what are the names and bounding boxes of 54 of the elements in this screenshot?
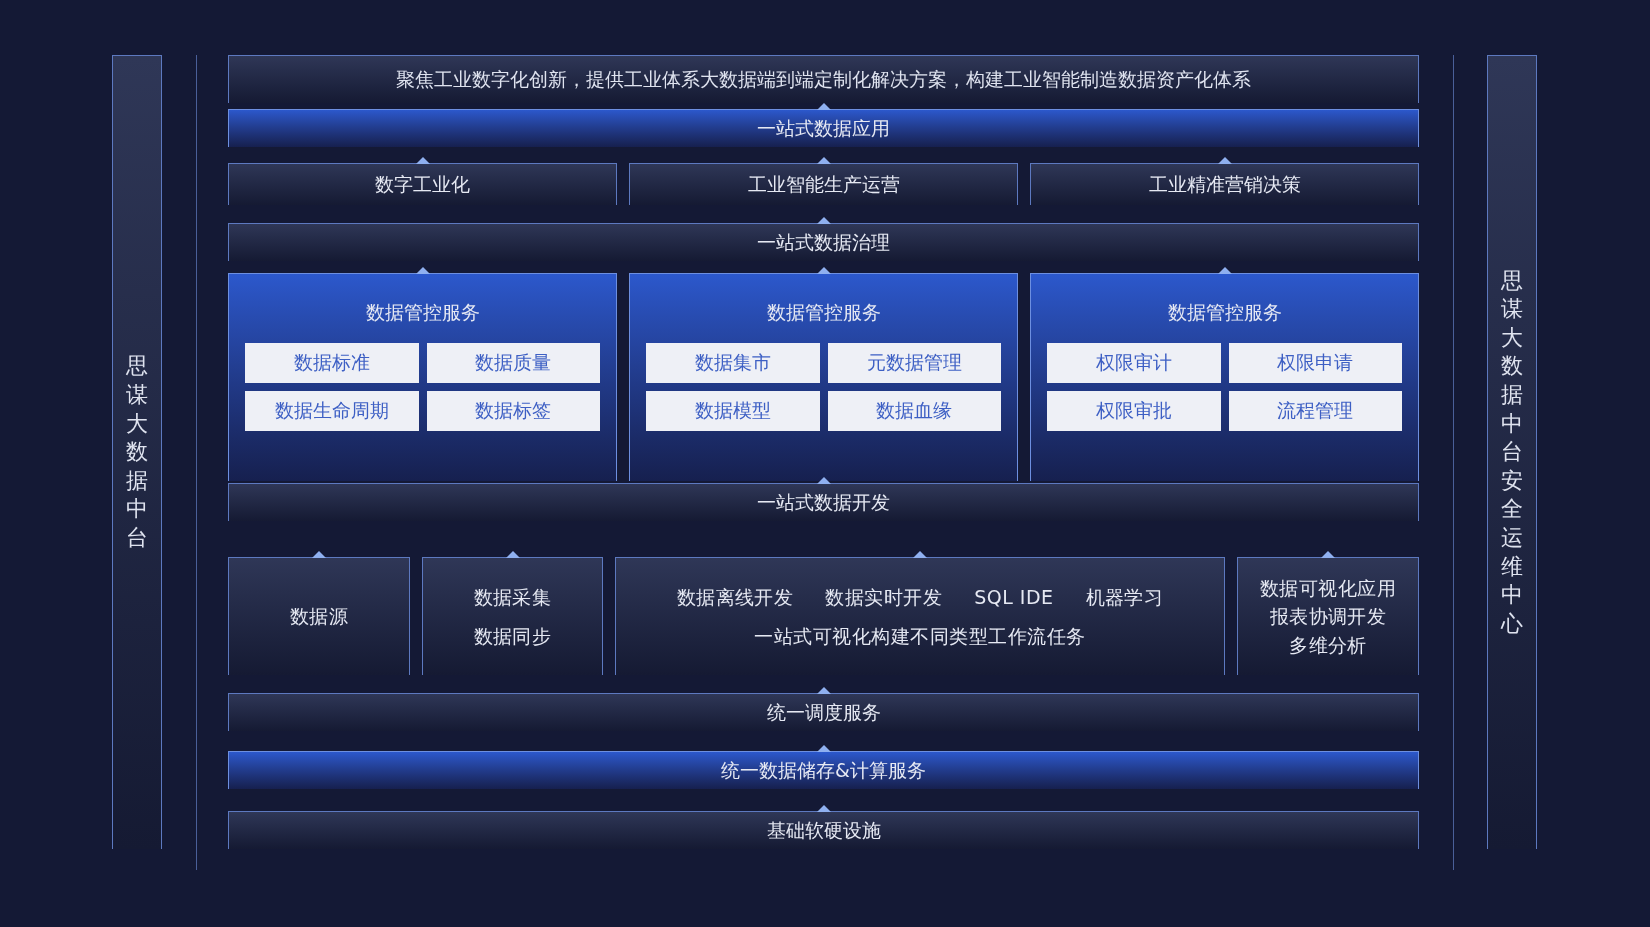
triangle-icon	[816, 267, 831, 274]
service-tag: 权限审计	[1047, 342, 1221, 383]
box-label: 工业精准营销决策	[1148, 172, 1301, 198]
module-label: 数据离线开发	[676, 585, 794, 610]
side-label: 思谋大数据中台安全运维中心	[1501, 266, 1523, 638]
module-label: 机器学习	[1085, 585, 1164, 610]
service-tag: 权限审批	[1047, 390, 1221, 431]
triangle-icon	[1321, 551, 1335, 558]
banner-text: 聚焦工业数字化创新，提供工业体系大数据端到端定制化解决方案，构建工业智能制造数据资产化体系	[396, 67, 1251, 93]
triangle-icon	[415, 267, 430, 274]
triangle-icon	[913, 551, 927, 558]
service-tag: 数据质量	[426, 342, 600, 383]
panel-title: 数据管控服务	[1167, 300, 1282, 325]
service-tag: 数据生命周期	[245, 390, 419, 431]
triangle-icon	[816, 745, 831, 752]
module-label: 多维分析	[1289, 632, 1367, 658]
bar-label: 基础软硬设施	[766, 818, 881, 844]
service-tag: 数据标准	[245, 342, 419, 383]
bar-label: 一站式数据治理	[757, 230, 890, 256]
bar-label: 一站式数据应用	[757, 116, 890, 142]
panel-title: 数据管控服务	[766, 300, 881, 325]
service-tag: 流程管理	[1228, 390, 1402, 431]
triangle-icon	[816, 687, 831, 694]
module-label: 数据实时开发	[825, 585, 943, 610]
service-tag: 数据模型	[646, 390, 820, 431]
module-label: 报表协调开发	[1269, 604, 1387, 630]
service-tag: 权限申请	[1228, 342, 1402, 383]
triangle-icon	[816, 805, 831, 812]
panel-title: 数据管控服务	[365, 300, 480, 325]
triangle-icon	[415, 157, 430, 164]
triangle-icon	[505, 551, 520, 558]
module-label: 数据可视化应用	[1259, 575, 1397, 601]
service-tag: 数据标签	[426, 390, 600, 431]
module-label: 数据同步	[473, 623, 552, 649]
module-label: 一站式可视化构建不同类型工作流任务	[754, 623, 1086, 649]
service-tag: 数据血缘	[827, 390, 1001, 431]
triangle-icon	[816, 217, 831, 224]
triangle-icon	[312, 551, 326, 558]
triangle-icon	[816, 477, 831, 484]
bar-label: 统一调度服务	[766, 700, 881, 726]
bar-label: 统一数据储存&计算服务	[721, 758, 926, 784]
triangle-icon	[816, 103, 831, 110]
module-label: SQL IDE	[974, 585, 1054, 610]
triangle-icon	[1217, 157, 1232, 164]
box-label: 数字工业化	[375, 172, 470, 198]
service-tag: 元数据管理	[827, 342, 1001, 383]
bar-label: 一站式数据开发	[757, 490, 890, 516]
triangle-icon	[816, 157, 831, 164]
module-label: 数据源	[289, 604, 349, 630]
module-label: 数据采集	[473, 585, 552, 610]
box-label: 工业智能生产运营	[747, 172, 900, 198]
side-label: 思谋大数据中台	[126, 352, 148, 552]
service-tag: 数据集市	[646, 342, 820, 383]
triangle-icon	[1217, 267, 1232, 274]
